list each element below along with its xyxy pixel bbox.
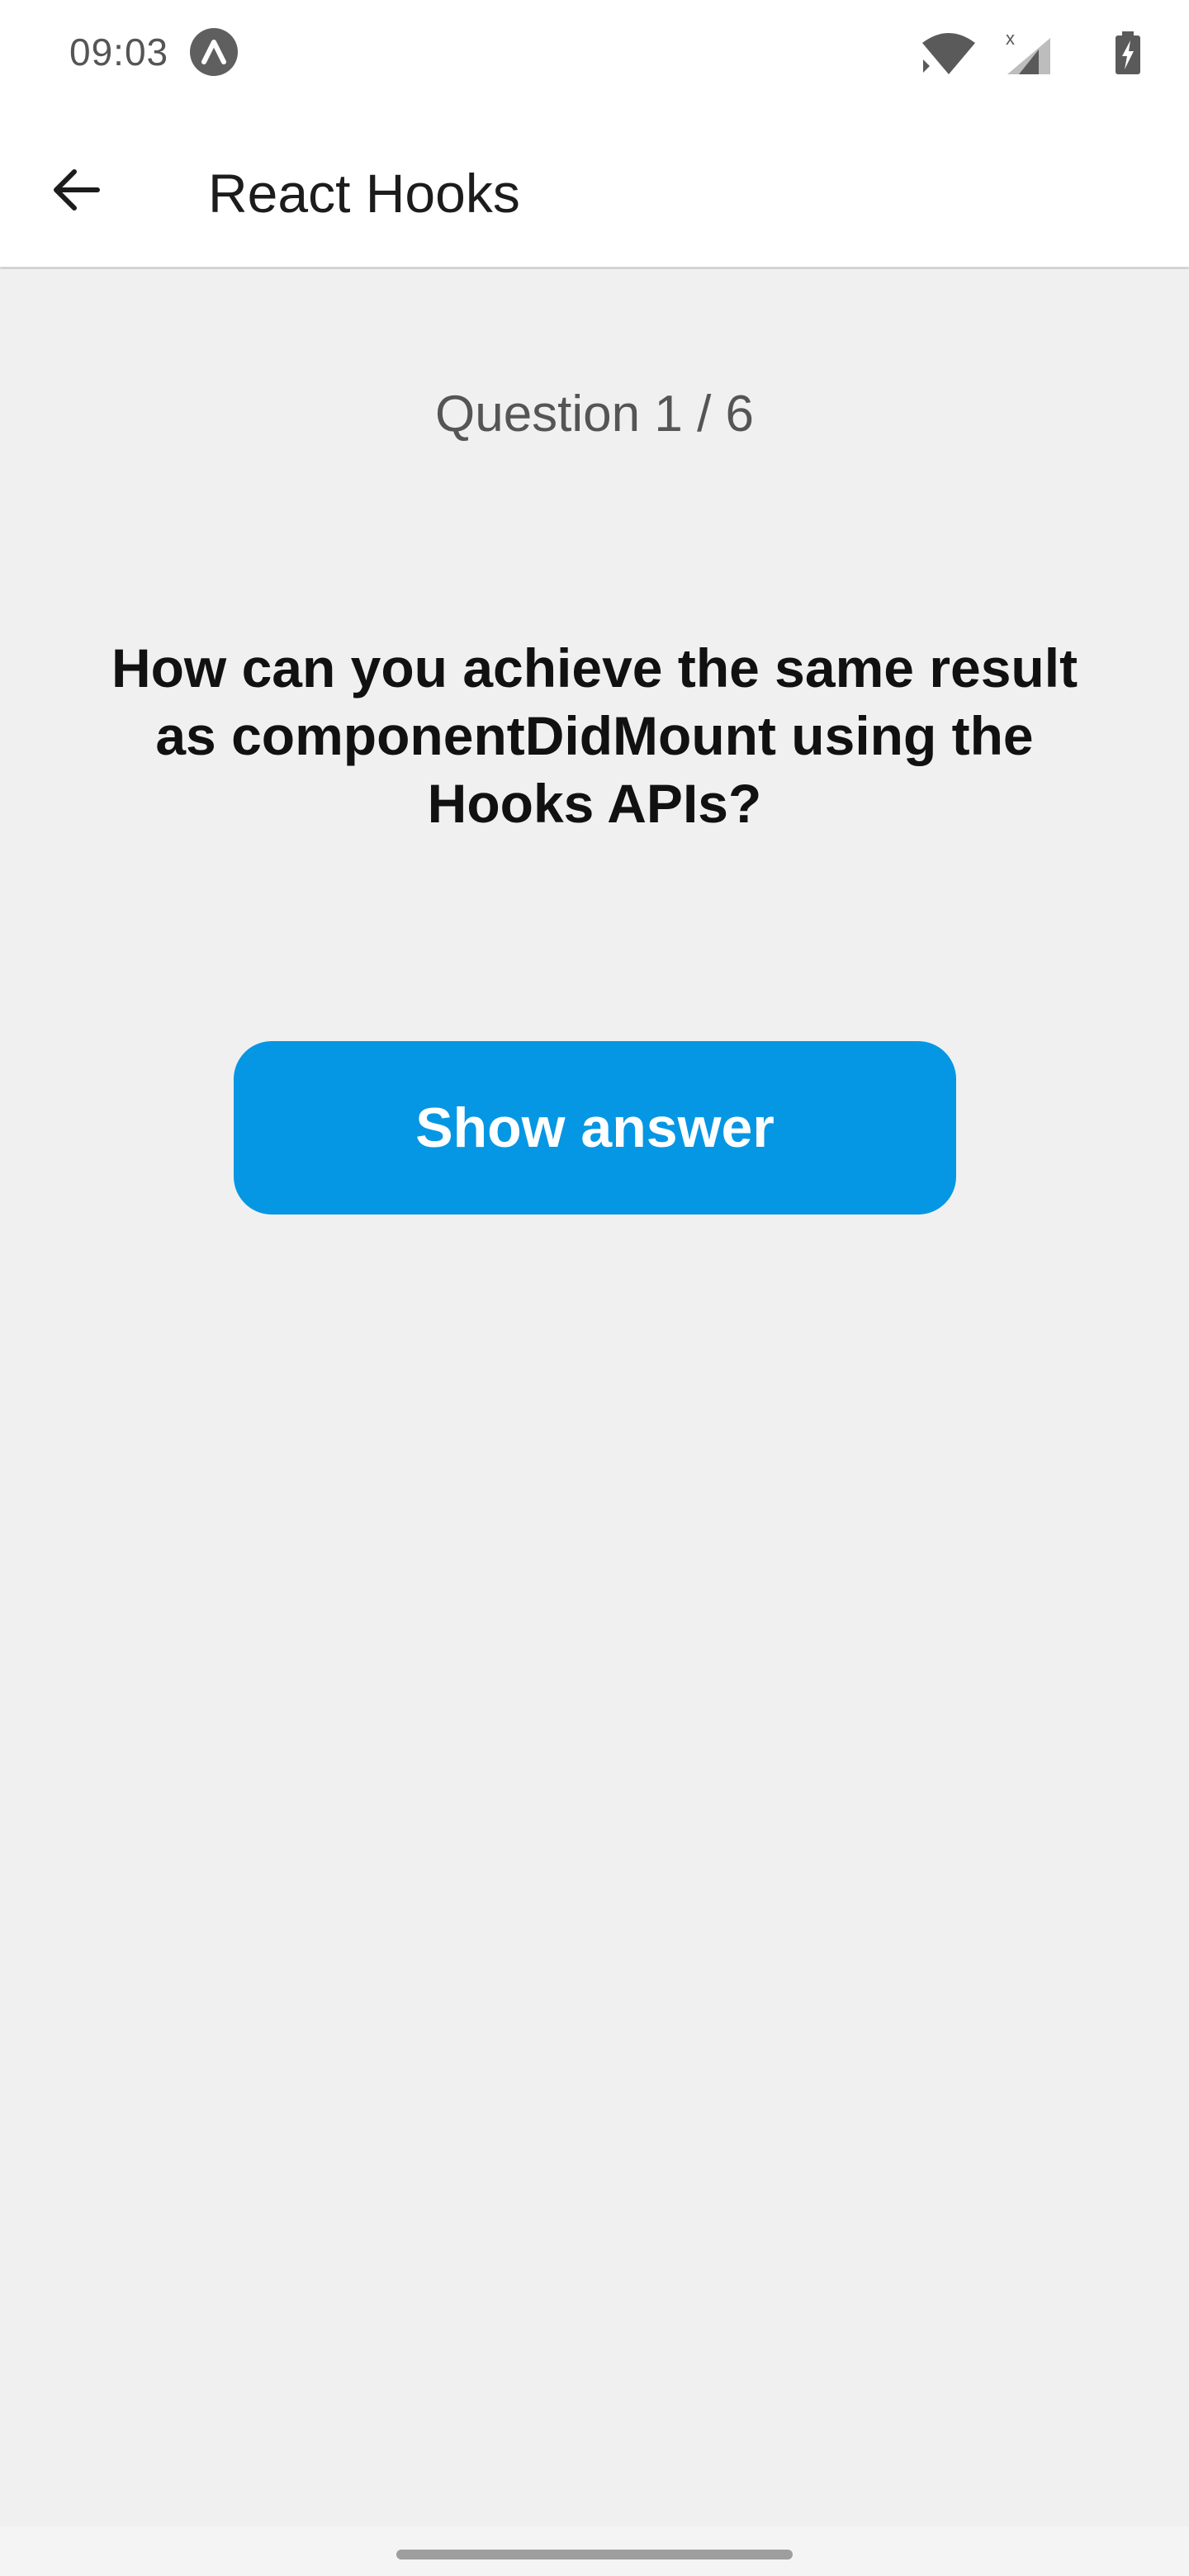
quiz-content: Question 1 / 6 How can you achieve the s… [0,269,1189,2526]
status-bar: 09:03 x [0,0,1189,107]
show-answer-button[interactable]: Show answer [234,1041,956,1215]
back-button[interactable] [36,150,116,230]
battery-charging-icon [1116,31,1140,74]
status-time: 09:03 [69,31,169,73]
question-counter: Question 1 / 6 [434,386,755,443]
cell-signal-icon: x [1006,30,1050,74]
wifi-icon [922,33,975,74]
show-answer-label: Show answer [415,1096,775,1159]
arrow-left-icon [54,169,100,211]
signal-badge: x [1006,30,1015,49]
home-indicator[interactable] [396,2550,793,2559]
page-title: React Hooks [208,163,520,224]
app-notification-icon [190,28,238,76]
gesture-nav-bar [0,2526,1189,2576]
app-bar: React Hooks [0,107,1189,268]
question-text: How can you achieve the same result as c… [111,637,1078,834]
